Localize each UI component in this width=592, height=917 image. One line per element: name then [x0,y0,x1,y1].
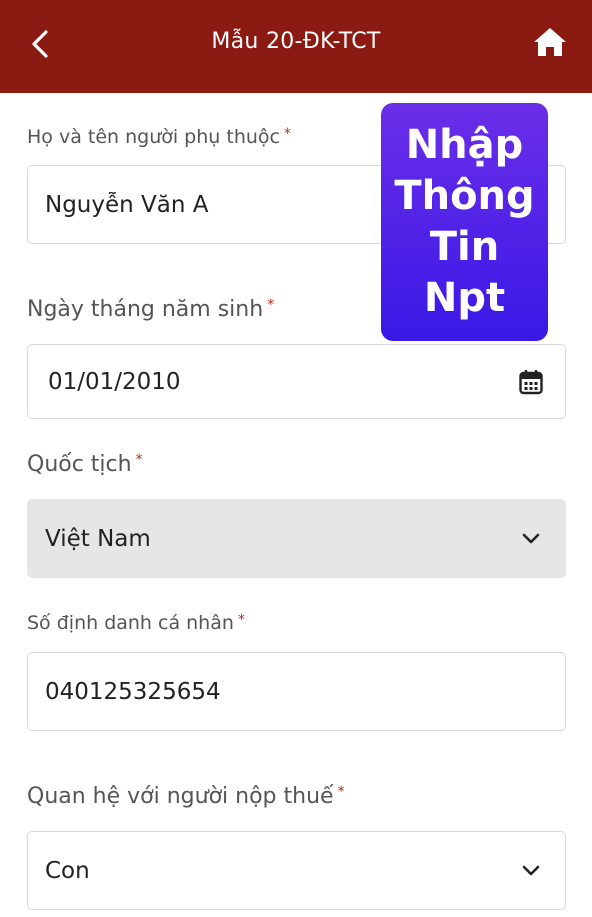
personal-id-label: Số định danh cá nhân * [27,612,245,634]
chevron-down-icon [517,525,545,553]
overlay-line: Thông [394,173,535,219]
overlay-line: Nhập [405,122,524,168]
nationality-select[interactable]: Việt Nam [27,499,566,578]
relationship-value: Con [45,857,90,884]
home-icon [534,28,566,56]
dob-field[interactable]: 01/01/2010 [27,344,566,419]
overlay-line: Npt [423,275,506,321]
app-header: Mẫu 20-ĐK-TCT [0,0,592,93]
caption-overlay: Nhập Thông Tin Npt [381,103,548,341]
personal-id-field[interactable]: 040125325654 [27,652,566,731]
nationality-label: Quốc tịch * [27,452,143,477]
calendar-icon[interactable] [517,368,545,396]
personal-id-value: 040125325654 [45,678,221,705]
dob-value: 01/01/2010 [48,368,181,395]
full-name-label: Họ và tên người phụ thuộc * [27,126,291,148]
dob-label: Ngày tháng năm sinh * [27,297,275,322]
overlay-line: Tin [429,224,500,270]
home-button[interactable] [528,20,572,64]
back-button[interactable] [18,22,62,66]
nationality-value: Việt Nam [45,525,151,552]
chevron-left-icon [32,30,48,58]
chevron-down-icon [517,857,545,885]
page-title: Mẫu 20-ĐK-TCT [211,29,381,54]
relationship-select[interactable]: Con [27,831,566,910]
relationship-label: Quan hệ với người nộp thuế * [27,784,345,809]
